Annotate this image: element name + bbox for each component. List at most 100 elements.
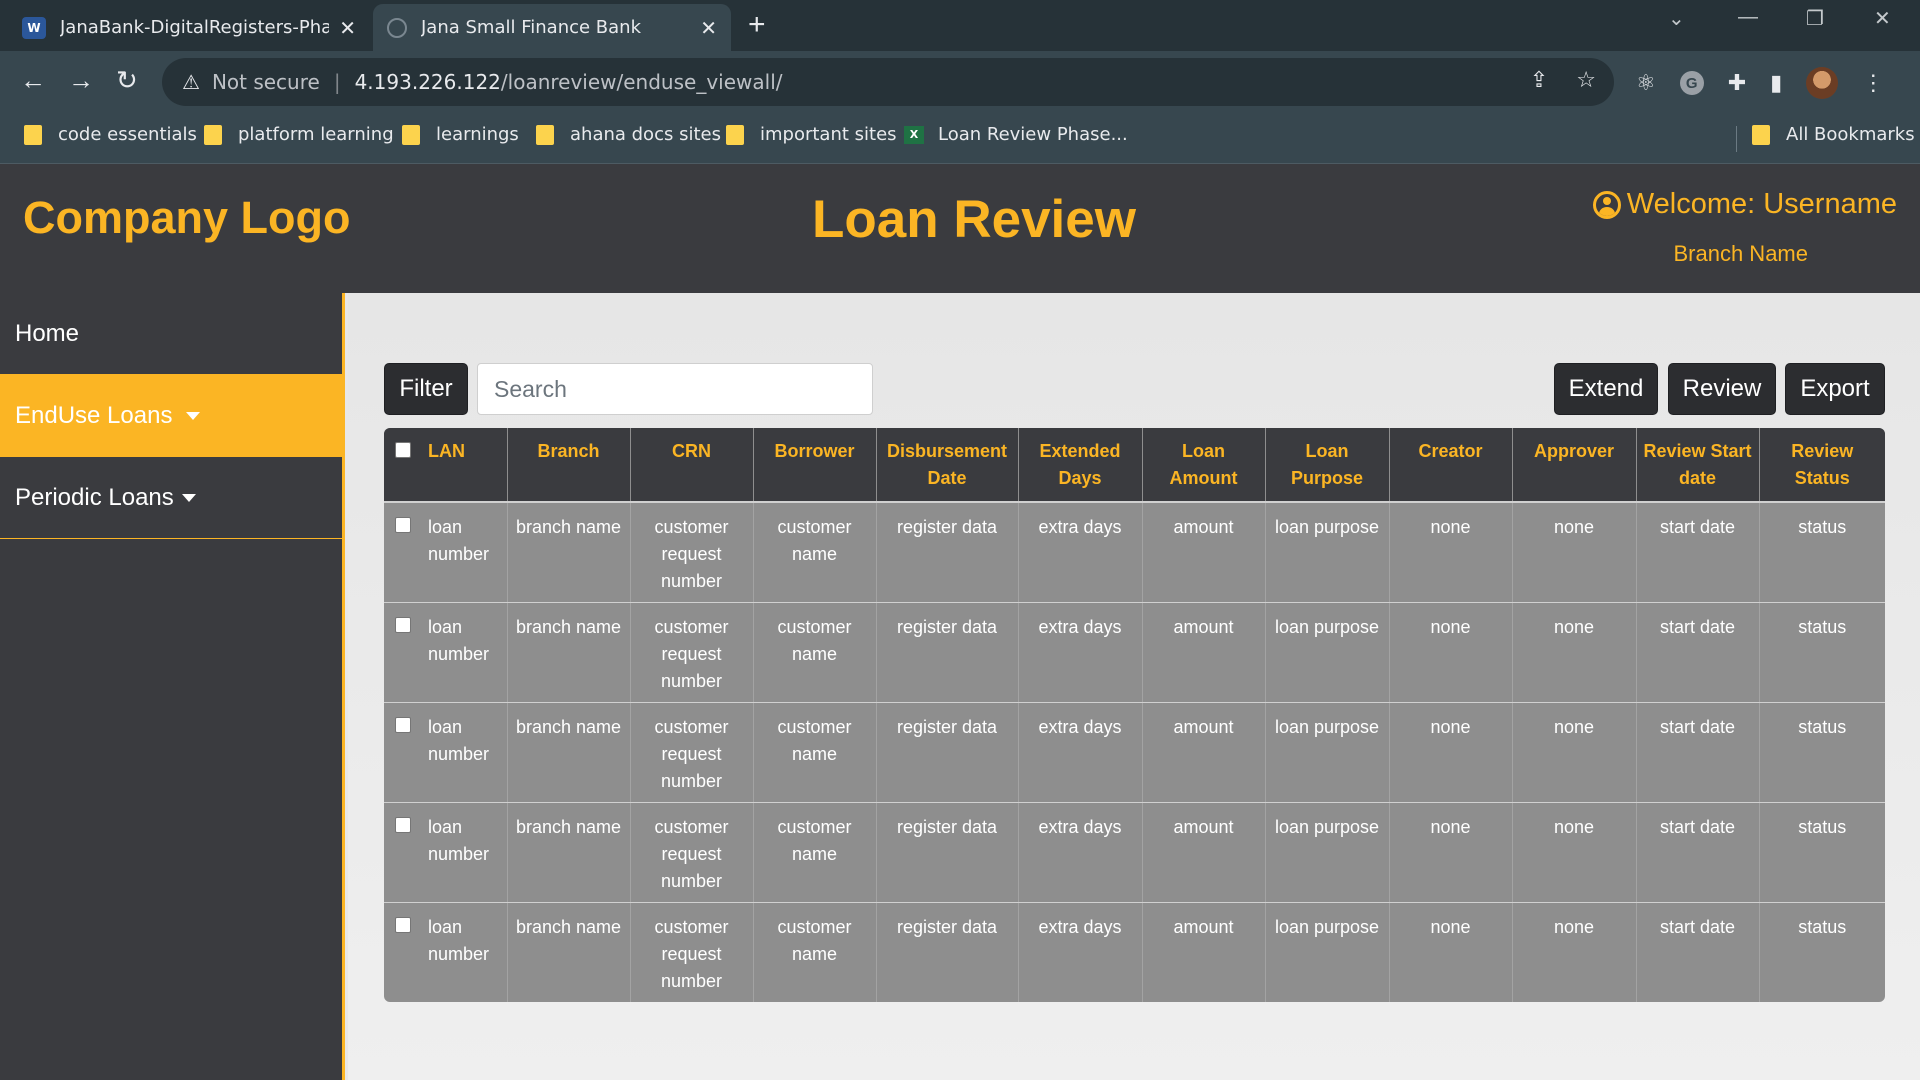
close-tab-icon[interactable]: ✕ bbox=[339, 16, 356, 40]
share-icon[interactable]: ⇪ bbox=[1530, 68, 1548, 93]
forward-icon[interactable]: → bbox=[68, 65, 94, 96]
cell-approver: none bbox=[1512, 502, 1637, 603]
react-devtools-icon[interactable]: ⚛ bbox=[1636, 70, 1656, 96]
bookmark-item[interactable]: X Loan Review Phase... bbox=[904, 124, 1128, 145]
cell-text: loan number bbox=[428, 517, 490, 564]
cell-review-status: status bbox=[1759, 802, 1885, 903]
bookmark-label: important sites bbox=[760, 124, 897, 145]
all-bookmarks[interactable]: All Bookmarks bbox=[1752, 124, 1915, 145]
back-icon[interactable]: ← bbox=[20, 65, 46, 96]
menu-kebab-icon[interactable]: ⋮ bbox=[1862, 70, 1884, 96]
select-all-checkbox[interactable] bbox=[395, 442, 411, 458]
bookmark-item[interactable]: important sites bbox=[726, 124, 897, 145]
table-row[interactable]: loan number branch name customer request n… bbox=[384, 802, 1885, 903]
column-header-creator: Creator bbox=[1389, 428, 1513, 503]
table-body: loan number branch name customer request n… bbox=[384, 502, 1885, 1002]
row-checkbox[interactable] bbox=[395, 716, 411, 733]
cell-borrower: customer name bbox=[753, 602, 877, 703]
cell-loan-purpose: loan purpose bbox=[1265, 802, 1390, 903]
close-tab-icon[interactable]: ✕ bbox=[700, 16, 717, 40]
tab-title: Jana Small Finance Bank bbox=[421, 17, 642, 38]
column-header-lan: LAN bbox=[384, 428, 508, 503]
warning-icon: ⚠ bbox=[182, 70, 200, 94]
row-checkbox[interactable] bbox=[395, 616, 411, 633]
cell-loan-purpose: loan purpose bbox=[1265, 602, 1390, 703]
browser-tab-bar: W JanaBank-DigitalRegisters-Phase ✕ Jana… bbox=[0, 0, 1920, 51]
row-checkbox[interactable] bbox=[395, 916, 411, 933]
folder-icon bbox=[1752, 124, 1770, 145]
new-tab-icon[interactable]: + bbox=[748, 8, 766, 42]
cell-lan: loan number bbox=[384, 802, 508, 903]
cell-approver: none bbox=[1512, 702, 1637, 803]
loans-table: LAN Branch CRN Borrower Disbursement Dat… bbox=[384, 428, 1885, 1002]
security-label: Not secure bbox=[211, 70, 320, 94]
grammarly-icon[interactable]: G bbox=[1679, 71, 1704, 95]
extensions-puzzle-icon[interactable]: ✚ bbox=[1728, 70, 1746, 96]
column-header-label: LAN bbox=[428, 441, 465, 461]
column-header-extended-days: Extended Days bbox=[1018, 428, 1143, 503]
cell-loan-purpose: loan purpose bbox=[1265, 902, 1390, 1002]
folder-icon bbox=[204, 124, 222, 145]
cell-review-start-date: start date bbox=[1636, 702, 1760, 803]
row-checkbox[interactable] bbox=[395, 816, 411, 833]
browser-toolbar: ← → ↻ ⚠ Not secure | 4.193.226.122/loanr… bbox=[0, 51, 1920, 114]
export-button[interactable]: Export bbox=[1785, 363, 1885, 415]
bookmark-item[interactable]: platform learning bbox=[204, 124, 394, 145]
bookmarks-divider bbox=[1736, 126, 1737, 152]
side-panel-icon[interactable]: ▮ bbox=[1770, 70, 1782, 96]
search-input[interactable] bbox=[477, 363, 873, 415]
cell-creator: none bbox=[1389, 702, 1513, 803]
user-welcome[interactable]: Welcome: Username bbox=[1592, 188, 1897, 221]
table-row[interactable]: loan number branch name customer request n… bbox=[384, 902, 1885, 1002]
cell-disbursement-date: register data bbox=[876, 602, 1019, 703]
extend-button[interactable]: Extend bbox=[1554, 363, 1658, 415]
browser-tab-1[interactable]: Jana Small Finance Bank ✕ bbox=[373, 4, 731, 51]
restore-icon[interactable]: ❐ bbox=[1806, 6, 1824, 31]
profile-avatar[interactable] bbox=[1806, 67, 1839, 99]
cell-extended-days: extra days bbox=[1018, 802, 1143, 903]
bookmarks-bar: code essentials platform learning learni… bbox=[0, 114, 1920, 164]
minimize-icon[interactable]: — bbox=[1738, 6, 1758, 29]
table-row[interactable]: loan number branch name customer request n… bbox=[384, 702, 1885, 803]
bookmark-item[interactable]: ahana docs sites bbox=[536, 124, 721, 145]
sidebar-item-home[interactable]: Home bbox=[0, 293, 342, 375]
cell-text: loan number bbox=[428, 616, 490, 664]
row-checkbox[interactable] bbox=[395, 517, 411, 533]
close-window-icon[interactable]: ✕ bbox=[1874, 6, 1891, 31]
cell-creator: none bbox=[1389, 802, 1513, 903]
browser-tab-0[interactable]: W JanaBank-DigitalRegisters-Phase ✕ bbox=[8, 4, 370, 51]
sidebar-item-label: EndUse Loans bbox=[15, 401, 173, 429]
review-button[interactable]: Review bbox=[1668, 363, 1776, 415]
column-header-review-status: Review Status bbox=[1759, 428, 1885, 503]
bookmark-label: Loan Review Phase... bbox=[938, 124, 1128, 145]
address-bar[interactable]: ⚠ Not secure | 4.193.226.122/loanreview/… bbox=[162, 58, 1614, 106]
cell-extended-days: extra days bbox=[1018, 902, 1143, 1002]
bookmark-star-icon[interactable]: ☆ bbox=[1576, 68, 1596, 93]
cell-disbursement-date: register data bbox=[876, 902, 1019, 1002]
globe-icon bbox=[387, 17, 407, 38]
branch-name: Branch Name bbox=[1673, 241, 1808, 266]
tab-search-icon[interactable]: ⌄ bbox=[1668, 6, 1685, 31]
filter-button[interactable]: Filter bbox=[384, 363, 468, 415]
extensions-area: ⚛ G ✚ ▮ ⋮ bbox=[1636, 67, 1884, 99]
sidebar: Home EndUse Loans Periodic Loans bbox=[0, 293, 345, 1080]
cell-review-status: status bbox=[1759, 702, 1885, 803]
reload-icon[interactable]: ↻ bbox=[116, 65, 138, 96]
table-row[interactable]: loan number branch name customer request n… bbox=[384, 502, 1885, 603]
sidebar-item-periodic-loans[interactable]: Periodic Loans bbox=[0, 457, 342, 539]
table-header-row: LAN Branch CRN Borrower Disbursement Dat… bbox=[384, 428, 1885, 503]
cell-disbursement-date: register data bbox=[876, 802, 1019, 903]
sidebar-item-label: Home bbox=[15, 319, 80, 347]
column-header-loan-purpose: Loan Purpose bbox=[1265, 428, 1390, 503]
table-row[interactable]: loan number branch name customer request n… bbox=[384, 602, 1885, 703]
cell-creator: none bbox=[1389, 602, 1513, 703]
cell-review-start-date: start date bbox=[1636, 602, 1760, 703]
bookmark-label: code essentials bbox=[58, 124, 197, 145]
all-bookmarks-label: All Bookmarks bbox=[1786, 124, 1915, 145]
sidebar-item-enduse-loans[interactable]: EndUse Loans bbox=[0, 375, 342, 457]
cell-approver: none bbox=[1512, 902, 1637, 1002]
bookmark-item[interactable]: code essentials bbox=[24, 124, 197, 145]
column-header-crn: CRN bbox=[630, 428, 754, 503]
cell-review-start-date: start date bbox=[1636, 802, 1760, 903]
bookmark-item[interactable]: learnings bbox=[402, 124, 519, 145]
